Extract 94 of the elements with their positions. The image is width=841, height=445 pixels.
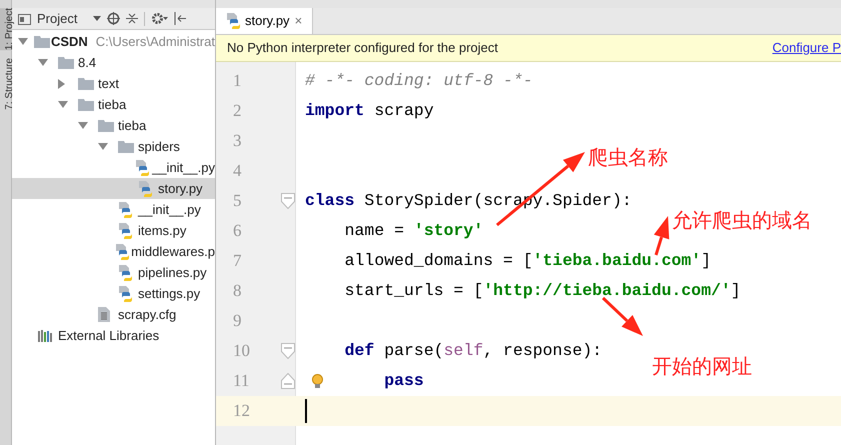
annotation-text: 开始的网址 [652, 353, 752, 380]
python-file-icon [118, 264, 132, 280]
tree-item[interactable]: CSDN C:\Users\Administrat [12, 31, 215, 52]
folder-icon [58, 56, 74, 69]
tree-label: pipelines.py [138, 264, 207, 282]
tab-label: story.py [245, 12, 290, 30]
line-number: 2 [232, 100, 242, 122]
fold-marker-icon[interactable] [281, 373, 295, 389]
tree-item[interactable]: External Libraries [12, 325, 215, 346]
python-file-icon [118, 202, 132, 218]
tree-item[interactable]: 8.4 [12, 52, 215, 73]
code-line: import scrapy [305, 100, 434, 122]
path-hint: C:\Users\Administrat [96, 32, 215, 51]
code-line: pass [384, 370, 424, 392]
line-number: 11 [232, 370, 250, 392]
expanded-arrow-icon[interactable] [18, 38, 28, 45]
tree-label: External Libraries [58, 326, 160, 345]
tree-label: story.py [158, 180, 203, 198]
python-file-icon [135, 160, 150, 176]
fold-marker-icon[interactable] [281, 343, 295, 359]
tool-window-tab[interactable]: 7: Structure [0, 58, 12, 110]
tree-item[interactable]: story.py [12, 178, 215, 199]
tree-item[interactable]: settings.py [12, 283, 215, 304]
tree-label: __init__.py [152, 158, 215, 177]
configure-link[interactable]: Configure P [772, 38, 841, 58]
tree-label: items.py [138, 222, 186, 240]
line-number: 9 [232, 310, 242, 332]
line-number: 10 [232, 340, 251, 362]
folder-icon [78, 77, 94, 90]
tree-label: middlewares.p [131, 242, 215, 261]
python-file-icon [138, 180, 152, 196]
tree-label: CSDN [50, 32, 88, 51]
tree-label: scrapy.cfg [118, 306, 176, 324]
tree-item[interactable]: tieba [12, 94, 215, 115]
pin-left-icon[interactable] [174, 12, 186, 25]
line-number: 7 [232, 250, 242, 272]
panel-icon [18, 12, 31, 24]
python-file-icon [114, 244, 129, 260]
folder-icon [34, 35, 50, 48]
line-number: 6 [232, 220, 242, 242]
tree-label: spiders [138, 138, 180, 156]
python-file-icon [118, 286, 132, 302]
tree-item[interactable]: pipelines.py [12, 262, 215, 283]
line-number: 5 [232, 190, 242, 212]
line-number: 3 [232, 130, 242, 152]
annotation-arrow [602, 296, 643, 336]
panel-title: Project [37, 10, 78, 28]
annotation-text: 允许爬虫的域名 [672, 207, 812, 234]
expanded-arrow-icon[interactable] [98, 143, 108, 150]
tree-item[interactable]: __init__.py [12, 199, 215, 220]
tree-item[interactable]: scrapy.cfg [12, 304, 215, 325]
library-icon [38, 330, 53, 342]
tree-label: settings.py [138, 284, 200, 303]
tree-item[interactable]: __init__.py [12, 157, 215, 178]
expanded-arrow-icon[interactable] [78, 122, 88, 129]
folder-icon [78, 98, 94, 111]
tool-window-tab[interactable]: 1: Project [0, 8, 12, 50]
crosshair-icon[interactable] [107, 12, 120, 25]
banner-message: No Python interpreter configured for the project [227, 39, 498, 58]
code-line: allowed_domains = ['tieba.baidu.com'] [344, 250, 711, 272]
tree-label: 8.4 [78, 54, 96, 72]
settings-icon[interactable] [151, 12, 168, 25]
dropdown-icon[interactable] [93, 16, 101, 21]
code-line: name = 'story' [344, 220, 484, 242]
tree-item[interactable]: spiders [12, 136, 215, 157]
code-line: # -*- coding: utf-8 -*- [305, 70, 533, 92]
python-file-icon [226, 13, 240, 29]
tree-label: __init__.py [138, 200, 201, 219]
text-file-icon [98, 307, 110, 322]
collapsed-arrow-icon[interactable] [58, 78, 65, 88]
editor-tab[interactable]: story.py × [216, 8, 314, 34]
line-number: 8 [232, 280, 242, 302]
folder-icon [98, 119, 114, 132]
tree-item[interactable]: text [12, 73, 215, 94]
expanded-arrow-icon[interactable] [58, 101, 68, 108]
collapse-icon[interactable] [126, 12, 138, 25]
lightbulb-icon[interactable] [312, 374, 323, 388]
tree-label: tieba [118, 116, 146, 135]
tree-item[interactable]: items.py [12, 220, 215, 241]
tree-label: text [98, 74, 119, 93]
line-number: 4 [232, 160, 242, 182]
code-line: start_urls = ['http://tieba.baidu.com/'] [344, 280, 741, 302]
line-number: 1 [232, 70, 242, 92]
python-file-icon [118, 222, 132, 238]
close-button[interactable]: × [294, 11, 302, 31]
text-caret [305, 399, 307, 423]
fold-marker-icon[interactable] [281, 193, 295, 209]
code-line: def parse(self, response): [344, 340, 602, 362]
tree-item[interactable]: tieba [12, 115, 215, 136]
annotation-text: 爬虫名称 [588, 144, 668, 171]
expanded-arrow-icon[interactable] [38, 59, 48, 66]
folder-icon [118, 140, 134, 153]
tree-label: tieba [98, 96, 126, 114]
tree-item[interactable]: middlewares.p [12, 241, 215, 262]
